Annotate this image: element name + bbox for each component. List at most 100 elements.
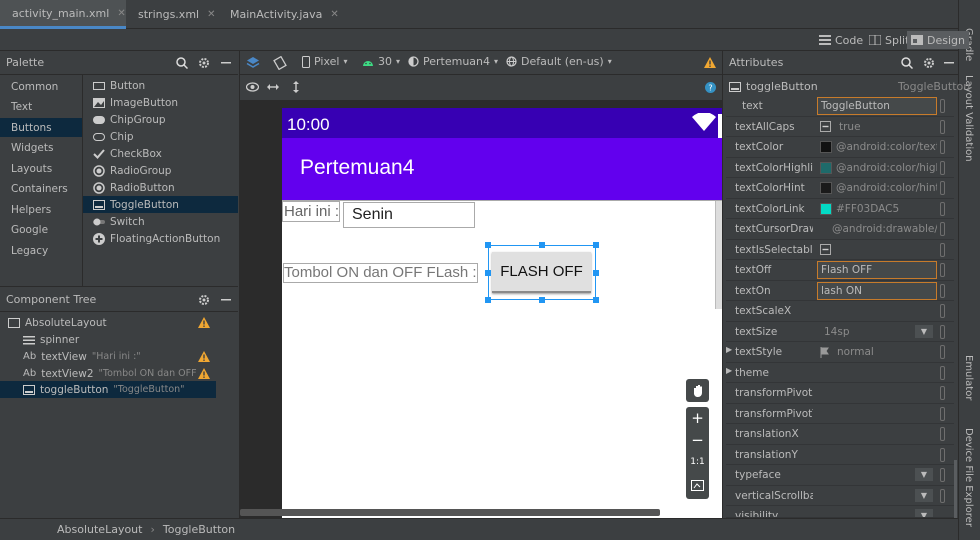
attr-pin[interactable] <box>940 304 945 318</box>
tree-node-textview2[interactable]: Ab textView2 "Tombol ON dan OFF ... <box>0 365 216 382</box>
attr-pin[interactable] <box>940 365 945 380</box>
expand-arrow-icon[interactable]: ▶ <box>726 345 732 354</box>
attr-pin[interactable] <box>940 324 945 339</box>
pan-button[interactable] <box>686 379 709 402</box>
breadcrumb-item[interactable]: ToggleButton <box>163 523 235 536</box>
help-icon[interactable]: ? <box>705 82 716 93</box>
attr-pin[interactable] <box>940 427 945 441</box>
attr-pin[interactable] <box>940 160 945 175</box>
chevron-down-icon[interactable]: ▼ <box>915 324 933 338</box>
warning-icon[interactable] <box>198 368 210 379</box>
expand-arrow-icon[interactable]: ▶ <box>726 366 732 375</box>
attr-value-field[interactable] <box>817 405 937 423</box>
palette-category[interactable]: Containers <box>0 179 82 198</box>
attr-pin[interactable] <box>940 386 945 400</box>
resize-handle[interactable] <box>593 270 599 276</box>
chevron-down-icon[interactable]: ▼ <box>915 468 933 481</box>
tree-node-spinner[interactable]: spinner <box>0 331 216 348</box>
zoom-out-button[interactable]: − <box>686 431 709 451</box>
attr-value-field[interactable]: @android:color/text_c <box>817 138 937 156</box>
tree-node-root[interactable]: AbsoluteLayout <box>0 314 216 331</box>
attr-pin[interactable] <box>940 99 945 113</box>
attr-value-field[interactable] <box>817 241 937 259</box>
device-selector[interactable]: Pixel ▾ <box>302 55 347 68</box>
tab-activity-main[interactable]: activity_main.xml ✕ <box>0 0 126 29</box>
attributes-scrollbar[interactable] <box>954 460 957 518</box>
attr-value-field[interactable] <box>817 364 937 382</box>
color-swatch[interactable] <box>820 182 832 194</box>
gear-icon[interactable] <box>923 57 935 69</box>
attr-pin[interactable] <box>940 181 945 195</box>
palette-item-togglebutton[interactable]: ToggleButton <box>83 196 238 213</box>
close-icon[interactable]: ✕ <box>330 9 338 20</box>
resize-handle[interactable] <box>485 297 491 303</box>
attr-value-field[interactable]: #FF03DAC5 <box>817 200 937 218</box>
locale-selector[interactable]: Default (en-us) ▾ <box>506 55 612 68</box>
attr-value-field[interactable] <box>817 302 937 320</box>
attr-value-field[interactable] <box>817 446 937 464</box>
warning-icon[interactable] <box>198 351 210 362</box>
horizontal-scrollbar[interactable] <box>240 509 660 516</box>
palette-category[interactable]: Widgets <box>0 138 82 157</box>
theme-selector[interactable]: Pertemuan4 ▾ <box>408 55 498 68</box>
palette-category[interactable]: Helpers <box>0 200 82 219</box>
tree-node-textview[interactable]: Ab textView "Hari ini :" <box>0 348 216 365</box>
design-mode-button[interactable]: Design <box>907 31 969 49</box>
close-icon[interactable]: ✕ <box>207 9 215 20</box>
attr-pin[interactable] <box>940 345 945 359</box>
emulator-tool-tab[interactable]: Emulator <box>963 355 974 400</box>
palette-category[interactable]: Text <box>0 97 82 116</box>
palette-item-checkbox[interactable]: CheckBox <box>83 145 238 162</box>
flash-toggle-button[interactable]: FLASH OFF <box>492 252 591 293</box>
resize-handle[interactable] <box>485 242 491 248</box>
palette-item-radiobutton[interactable]: RadioButton <box>83 179 238 196</box>
resize-handle[interactable] <box>593 297 599 303</box>
gear-icon[interactable] <box>198 57 210 69</box>
attr-textoff-input[interactable]: Flash OFF <box>817 261 937 279</box>
palette-category[interactable]: Common <box>0 77 82 96</box>
chevron-down-icon[interactable]: ▼ <box>915 509 933 517</box>
attr-text-input[interactable]: ToggleButton <box>817 97 937 115</box>
minimize-icon[interactable] <box>221 299 231 301</box>
eye-icon[interactable] <box>246 82 259 92</box>
palette-item-chip[interactable]: Chip <box>83 128 238 145</box>
resize-handle[interactable] <box>539 242 545 248</box>
gear-icon[interactable] <box>198 294 210 306</box>
close-icon[interactable]: ✕ <box>117 8 125 19</box>
attr-pin[interactable] <box>940 222 945 236</box>
minimize-icon[interactable] <box>944 62 954 64</box>
attr-pin[interactable] <box>940 468 945 482</box>
horizontal-resize-icon[interactable] <box>267 82 279 92</box>
resize-handle[interactable] <box>485 270 491 276</box>
attr-pin[interactable] <box>940 263 945 277</box>
attr-value-field[interactable] <box>817 425 937 443</box>
palette-category[interactable]: Google <box>0 220 82 239</box>
attr-pin[interactable] <box>940 283 945 298</box>
chevron-down-icon[interactable]: ▼ <box>915 488 933 502</box>
code-mode-button[interactable]: Code <box>815 31 867 49</box>
attr-pin[interactable] <box>940 488 945 503</box>
palette-category[interactable]: Buttons <box>0 118 82 137</box>
api-level-selector[interactable]: 30 ▾ <box>362 55 400 68</box>
tab-strings[interactable]: strings.xml ✕ <box>126 0 215 29</box>
device-file-explorer-tool-tab[interactable]: Device File Explorer <box>963 428 974 527</box>
attr-value-field[interactable]: @android:color/highl <box>817 159 937 177</box>
warning-icon[interactable] <box>198 317 210 328</box>
attr-value-field[interactable]: @android:color/hint_f <box>817 179 937 197</box>
attr-pin[interactable] <box>940 242 945 257</box>
palette-category[interactable]: Legacy <box>0 241 82 260</box>
palette-item-chipgroup[interactable]: ChipGroup <box>83 111 238 128</box>
zoom-actual-button[interactable]: 1:1 <box>686 457 709 473</box>
resize-handle[interactable] <box>593 242 599 248</box>
search-icon[interactable] <box>901 57 913 69</box>
orientation-icon[interactable] <box>273 56 287 70</box>
layers-icon[interactable] <box>246 56 260 70</box>
color-swatch[interactable] <box>820 141 832 153</box>
attr-pin[interactable] <box>940 119 945 134</box>
attr-value-field[interactable] <box>817 384 937 402</box>
attr-value-field[interactable]: true <box>817 118 937 136</box>
vertical-resize-icon[interactable] <box>292 81 300 93</box>
minimize-icon[interactable] <box>221 62 231 64</box>
palette-item-switch[interactable]: Switch <box>83 213 238 230</box>
attr-pin[interactable] <box>940 140 945 154</box>
